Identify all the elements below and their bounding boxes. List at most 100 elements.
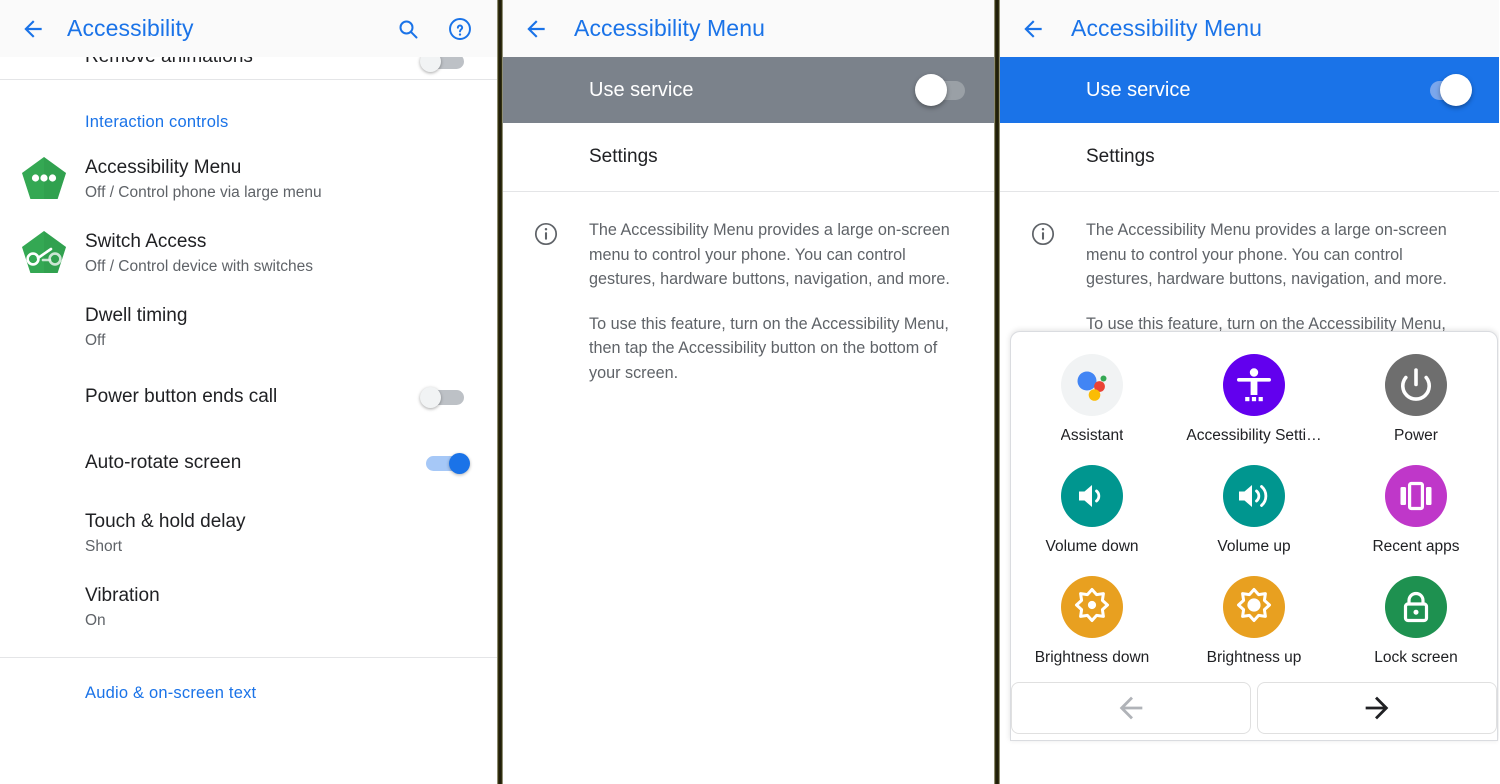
list-item-auto-rotate-screen[interactable]: Auto-rotate screen [0,430,497,496]
menu-item-recent-apps[interactable]: Recent apps [1335,457,1497,564]
list-item-accessibility-menu[interactable]: Accessibility Menu Off / Control phone v… [0,142,497,216]
description-paragraph-1: The Accessibility Menu provides a large … [589,221,950,288]
menu-item-assistant[interactable]: Assistant [1011,346,1173,453]
accessibility-menu-grid: Assistant Accessibility Setti… Power Vol… [1011,346,1497,675]
app-bar-accessibility-menu: Accessibility Menu [1000,0,1499,57]
power-icon [1385,354,1447,416]
description-paragraph-2: To use this feature, turn on the Accessi… [589,314,949,382]
google-assistant-icon [1061,354,1123,416]
service-description: The Accessibility Menu provides a large … [503,192,994,385]
brightness-down-icon [1061,576,1123,638]
row-subtitle: On [85,611,106,629]
menu-item-label: Lock screen [1374,649,1458,666]
row-subtitle: Short [85,537,123,555]
use-service-bar[interactable]: Use service [1000,57,1499,123]
panel-accessibility-menu-off: Accessibility Menu Use service Settings … [503,0,994,784]
list-item-dwell-timing[interactable]: Dwell timing Off [0,290,497,364]
row-title: Touch & hold delay [85,510,246,532]
app-bar-accessibility: Accessibility [0,0,497,57]
panel-accessibility-settings: Accessibility Remove animations Interact… [0,0,497,784]
list-item-remove-animations[interactable]: Remove animations [0,57,497,79]
menu-item-volume-up[interactable]: Volume up [1173,457,1335,564]
volume-up-icon [1223,465,1285,527]
switch-access-pentagon-icon [18,227,70,279]
row-title: Power button ends call [85,386,278,407]
menu-item-label: Recent apps [1372,538,1460,555]
row-texts: Accessibility Menu Off / Control phone v… [85,156,470,203]
use-service-bar[interactable]: Use service [503,57,994,123]
accessibility-menu-pentagon-icon [18,153,70,205]
auto-rotate-screen-toggle[interactable] [420,452,470,474]
menu-item-brightness-down[interactable]: Brightness down [1011,568,1173,675]
list-item-touch-hold-delay[interactable]: Touch & hold delay Short [0,496,497,570]
row-texts: Switch Access Off / Control device with … [85,230,470,277]
accessibility-menu-pagination [1011,682,1497,734]
row-texts: Vibration On [85,584,470,631]
page-title: Accessibility Menu [1071,15,1262,41]
row-title: Accessibility Menu [85,156,242,178]
row-subtitle: Off / Control phone via large menu [85,183,322,201]
row-title: Remove animations [85,57,253,68]
list-item-switch-access[interactable]: Switch Access Off / Control device with … [0,216,497,290]
row-texts: Touch & hold delay Short [85,510,470,557]
recent-apps-icon [1385,465,1447,527]
menu-item-lock-screen[interactable]: Lock screen [1335,568,1497,675]
menu-item-brightness-up[interactable]: Brightness up [1173,568,1335,675]
help-circle-icon[interactable] [445,14,475,44]
menu-item-label: Assistant [1060,427,1124,444]
accessibility-menu-card: Assistant Accessibility Setti… Power Vol… [1010,331,1498,741]
settings-row[interactable]: Settings [503,123,994,191]
row-texts: Power button ends call [85,385,420,409]
remove-animations-toggle[interactable] [420,57,470,72]
menu-item-label: Accessibility Setti… [1186,427,1322,444]
description-paragraph-1: The Accessibility Menu provides a large … [1086,221,1447,288]
menu-item-label: Brightness down [1034,649,1150,666]
volume-down-icon [1061,465,1123,527]
row-subtitle: Off [85,331,106,349]
row-title: Switch Access [85,230,207,252]
page-title: Accessibility [67,15,194,41]
use-service-label: Use service [1086,78,1191,101]
description-text: The Accessibility Menu provides a large … [589,218,964,385]
menu-item-power[interactable]: Power [1335,346,1497,453]
arrow-left-icon[interactable] [1011,682,1251,734]
menu-item-label: Volume down [1045,538,1139,555]
back-arrow-icon[interactable] [1016,12,1050,46]
screenshot-root: Accessibility Remove animations Interact… [0,0,1500,784]
info-circle-icon [503,218,589,385]
back-arrow-icon[interactable] [519,12,553,46]
row-title: Vibration [85,584,160,606]
row-title: Auto-rotate screen [85,452,242,473]
row-title: Dwell timing [85,304,188,326]
arrow-right-icon[interactable] [1257,682,1497,734]
back-arrow-icon[interactable] [16,12,50,46]
settings-row[interactable]: Settings [1000,123,1499,191]
menu-item-volume-down[interactable]: Volume down [1011,457,1173,564]
page-title: Accessibility Menu [574,15,765,41]
search-icon[interactable] [393,14,423,44]
app-bar-actions [393,14,481,44]
row-subtitle: Off / Control device with switches [85,257,313,275]
list-item-vibration[interactable]: Vibration On [0,570,497,644]
list-item-power-button-ends-call[interactable]: Power button ends call [0,364,497,430]
panel-accessibility-menu-on: Accessibility Menu Use service Settings … [1000,0,1499,784]
brightness-up-icon [1223,576,1285,638]
power-button-ends-call-toggle[interactable] [420,386,470,408]
menu-item-accessibility-settings[interactable]: Accessibility Setti… [1173,346,1335,453]
menu-item-label: Brightness up [1206,649,1302,666]
use-service-toggle[interactable] [915,74,967,106]
accessibility-menu-overlay: Assistant Accessibility Setti… Power Vol… [1010,331,1498,784]
settings-label: Settings [1086,146,1155,167]
section-header-audio-onscreen-text[interactable]: Audio & on-screen text [0,658,497,703]
app-bar-accessibility-menu: Accessibility Menu [503,0,994,57]
accessibility-person-icon [1223,354,1285,416]
row-texts: Auto-rotate screen [85,451,420,475]
use-service-label: Use service [589,78,694,101]
settings-label: Settings [589,146,658,167]
lock-icon [1385,576,1447,638]
menu-item-label: Power [1394,427,1438,444]
use-service-toggle[interactable] [1420,74,1472,106]
row-texts: Dwell timing Off [85,304,470,351]
section-header-interaction-controls: Interaction controls [85,113,229,131]
menu-item-label: Volume up [1217,538,1291,555]
